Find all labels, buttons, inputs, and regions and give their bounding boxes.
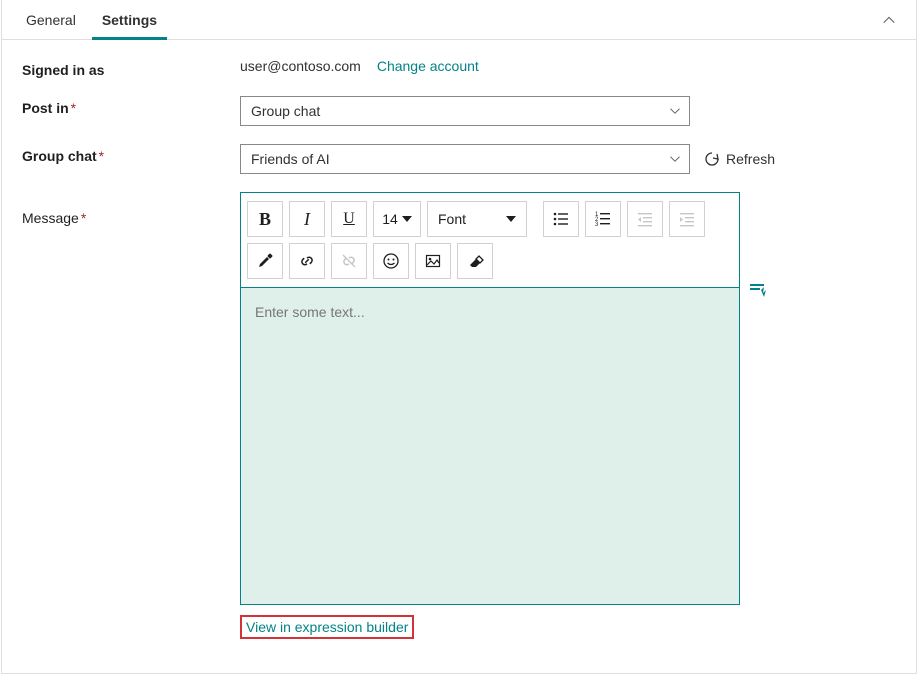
bold-button[interactable]: B — [247, 201, 283, 237]
caret-down-icon — [402, 214, 412, 224]
link-icon — [298, 252, 316, 270]
message-label: Message* — [22, 192, 240, 226]
tab-settings[interactable]: Settings — [92, 0, 167, 40]
underline-icon: U — [343, 210, 355, 228]
group-chat-label: Group chat* — [22, 144, 240, 164]
signed-in-as-label: Signed in as — [22, 58, 240, 78]
chevron-down-icon — [669, 105, 681, 117]
caret-down-icon — [506, 214, 516, 224]
outdent-button — [627, 201, 663, 237]
bullet-list-button[interactable] — [543, 201, 579, 237]
svg-text:3: 3 — [595, 222, 599, 228]
link-button[interactable] — [289, 243, 325, 279]
unlink-button — [331, 243, 367, 279]
italic-icon: I — [304, 209, 310, 230]
clear-format-button[interactable] — [457, 243, 493, 279]
image-button[interactable] — [415, 243, 451, 279]
tabs-bar: General Settings — [2, 0, 916, 40]
numbered-list-icon: 123 — [594, 210, 612, 228]
indent-button — [669, 201, 705, 237]
collapse-panel-button[interactable] — [876, 9, 902, 31]
eraser-icon — [466, 252, 484, 270]
post-in-label: Post in* — [22, 96, 240, 116]
underline-button[interactable]: U — [331, 201, 367, 237]
outdent-icon — [636, 210, 654, 228]
signed-in-email: user@contoso.com — [240, 58, 361, 74]
image-icon — [424, 252, 442, 270]
tab-general[interactable]: General — [16, 0, 86, 40]
post-in-value: Group chat — [251, 103, 320, 119]
bullet-list-icon — [552, 210, 570, 228]
refresh-icon — [704, 151, 720, 167]
editor-toolbar: B I U 14 Font — [241, 193, 739, 288]
emoji-button[interactable] — [373, 243, 409, 279]
change-account-link[interactable]: Change account — [377, 58, 479, 74]
chevron-down-icon — [669, 153, 681, 165]
unlink-icon — [340, 252, 358, 270]
numbered-list-button[interactable]: 123 — [585, 201, 621, 237]
indent-icon — [678, 210, 696, 228]
eyedropper-icon — [256, 252, 274, 270]
view-in-expression-builder-link[interactable]: View in expression builder — [240, 615, 414, 639]
refresh-button[interactable]: Refresh — [700, 147, 779, 171]
color-picker-button[interactable] — [247, 243, 283, 279]
group-chat-value: Friends of AI — [251, 151, 330, 167]
font-family-select[interactable]: Font — [427, 201, 527, 237]
italic-button[interactable]: I — [289, 201, 325, 237]
rich-text-editor: B I U 14 Font — [240, 192, 740, 605]
dynamic-content-button[interactable] — [748, 280, 768, 300]
post-in-select[interactable]: Group chat — [240, 96, 690, 126]
emoji-icon — [382, 252, 400, 270]
font-size-select[interactable]: 14 — [373, 201, 421, 237]
group-chat-select[interactable]: Friends of AI — [240, 144, 690, 174]
dynamic-content-icon — [748, 280, 768, 300]
chevron-up-icon — [882, 13, 896, 27]
bold-icon: B — [259, 209, 271, 230]
message-textarea[interactable]: Enter some text... — [241, 288, 739, 604]
